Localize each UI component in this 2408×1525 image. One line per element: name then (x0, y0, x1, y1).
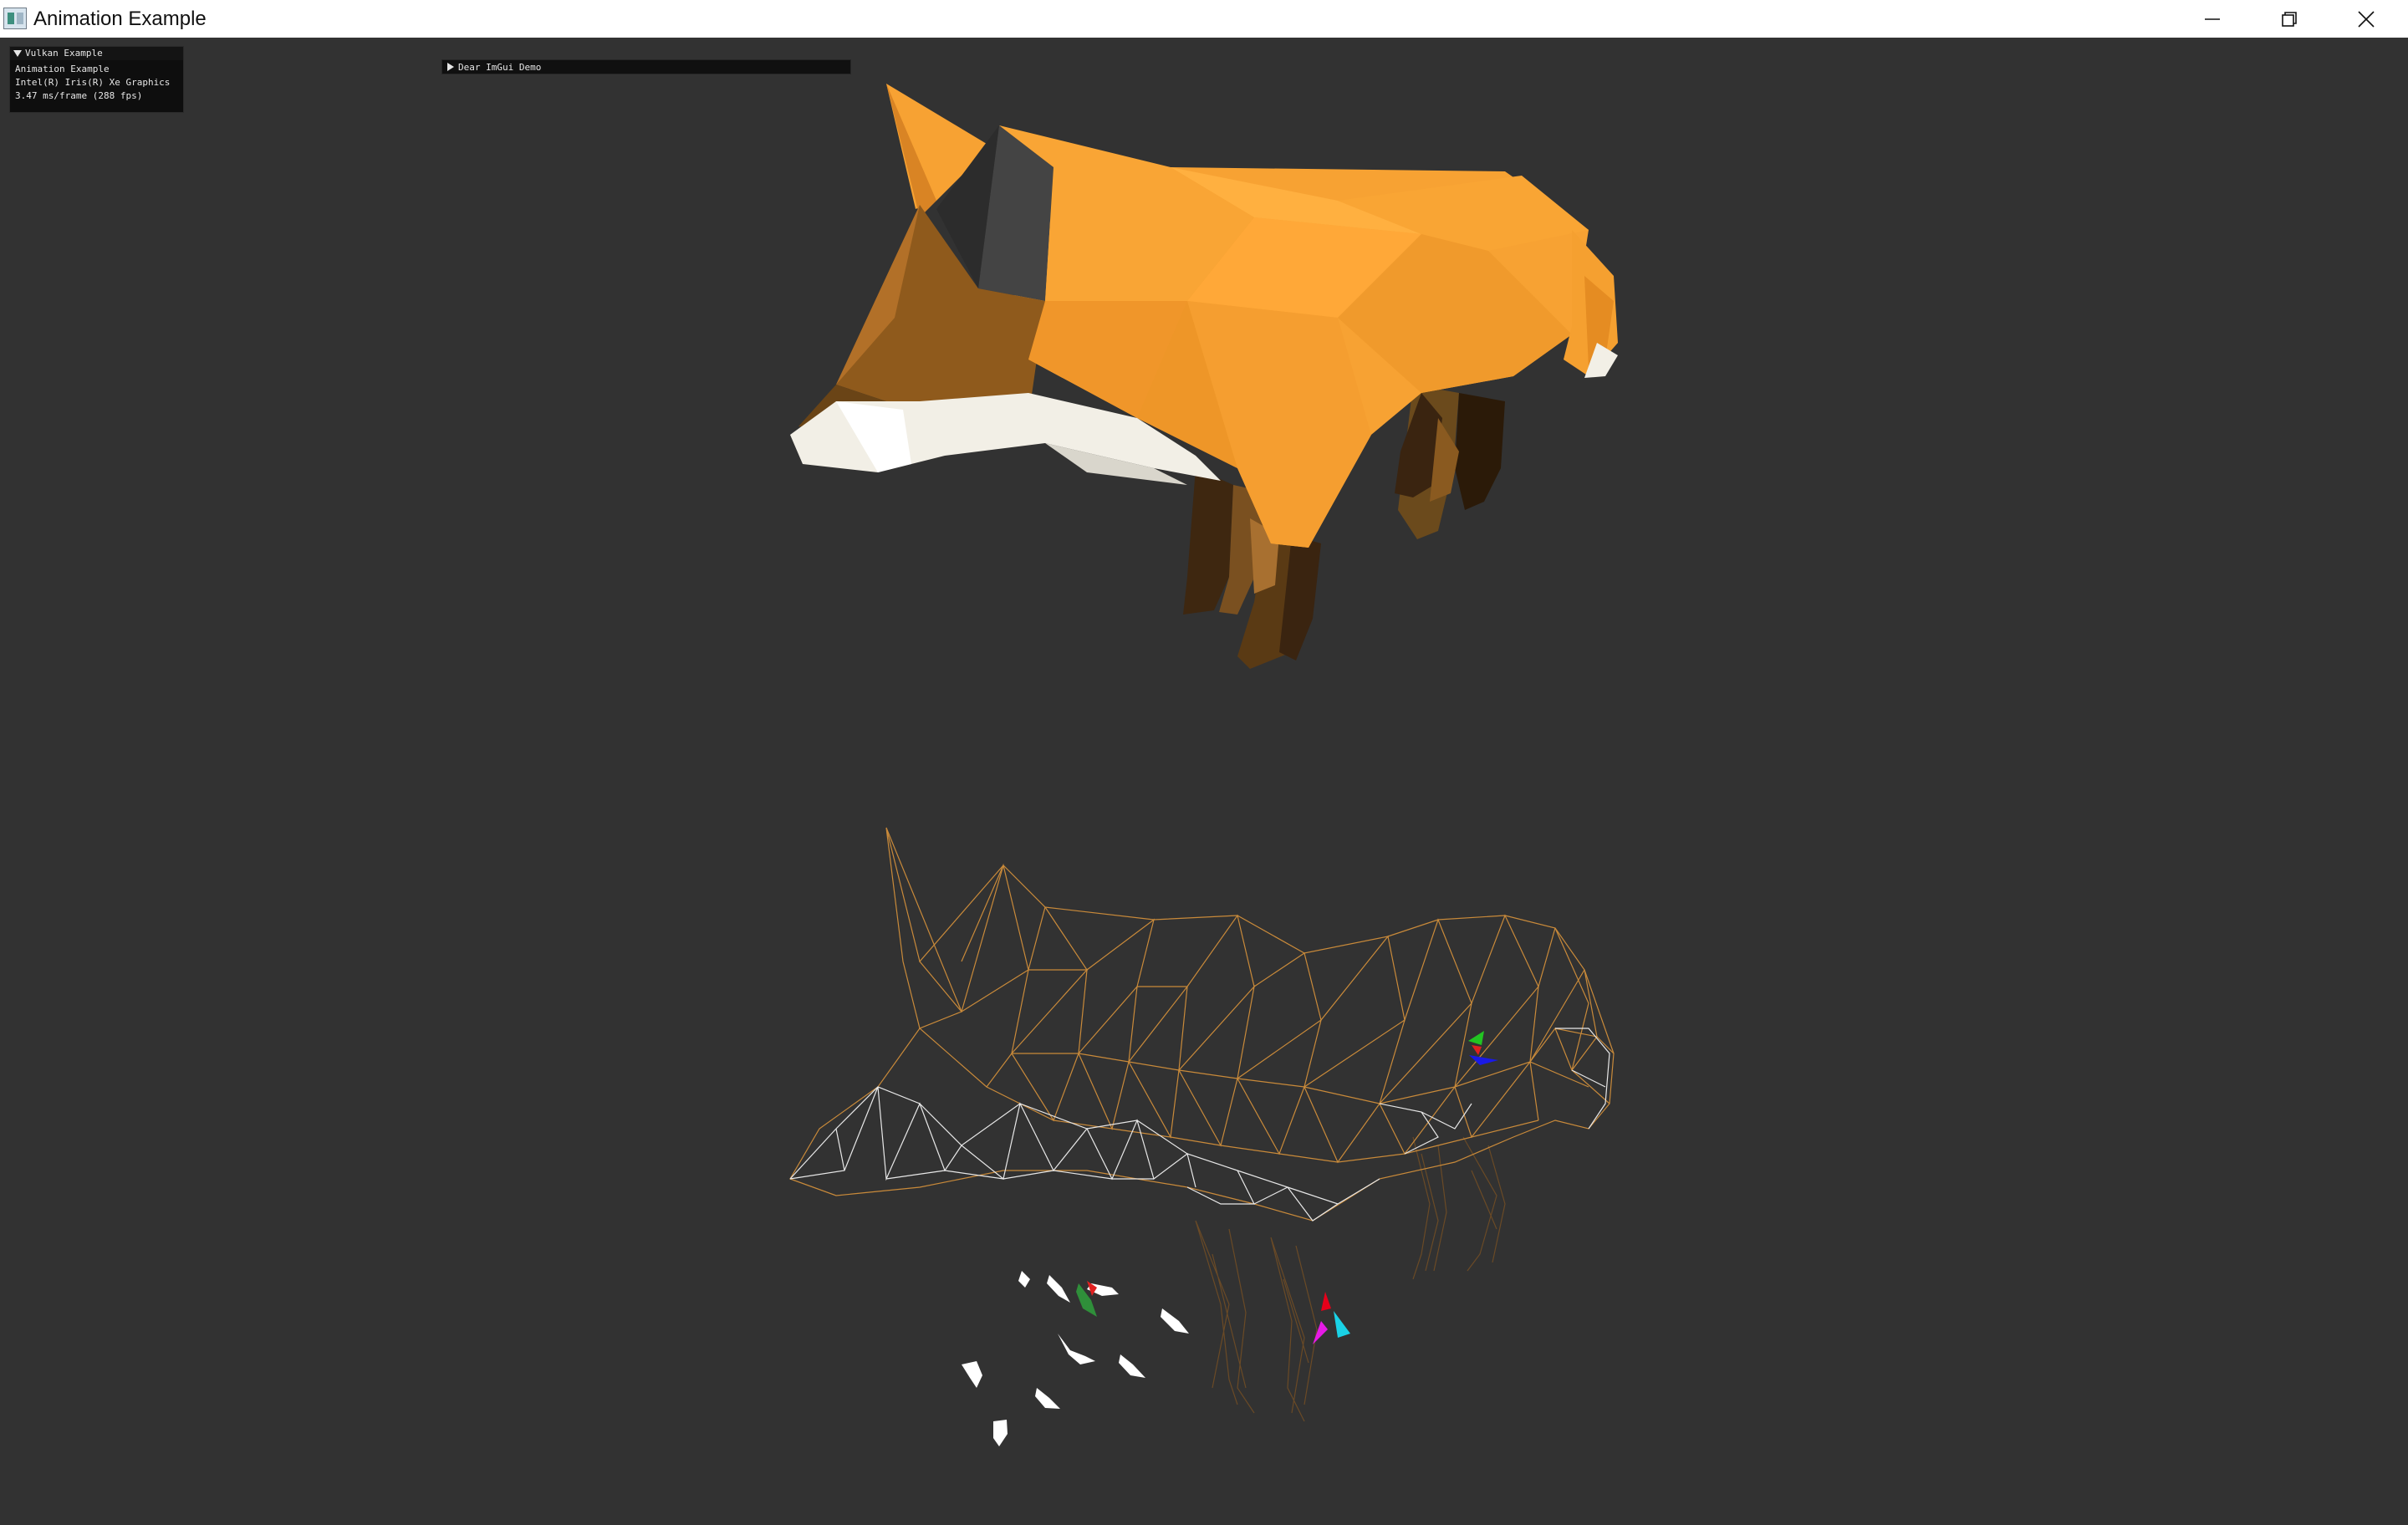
imgui-demo-title: Dear ImGui Demo (458, 61, 542, 73)
gpu-name-text: Intel(R) Iris(R) Xe Graphics (15, 77, 171, 88)
window-title: Animation Example (33, 8, 207, 30)
app-name-text: Animation Example (15, 64, 110, 74)
frame-time-text: 3.47 ms/frame (288 fps) (15, 90, 143, 101)
restore-button[interactable] (2251, 0, 2328, 38)
close-icon (2358, 10, 2375, 28)
expand-arrow-icon[interactable] (447, 63, 454, 71)
solid-fox-model (790, 84, 1618, 669)
vulkan-example-overlay[interactable]: Vulkan Example Animation Example Intel(R… (9, 46, 184, 113)
3d-viewport[interactable] (0, 38, 2408, 1525)
joint-gizmos (962, 1031, 1498, 1446)
overlay-header[interactable]: Vulkan Example (10, 47, 183, 60)
collapse-arrow-icon[interactable] (13, 50, 22, 57)
close-button[interactable] (2328, 0, 2405, 38)
title-bar: Animation Example (0, 0, 2408, 38)
app-icon (3, 8, 27, 29)
minimize-icon (2205, 18, 2220, 20)
restore-icon (2282, 11, 2297, 27)
imgui-demo-window[interactable]: Dear ImGui Demo (441, 59, 851, 74)
overlay-title: Vulkan Example (25, 48, 103, 59)
minimize-button[interactable] (2174, 0, 2251, 38)
wireframe-fox-model (789, 827, 1615, 1422)
